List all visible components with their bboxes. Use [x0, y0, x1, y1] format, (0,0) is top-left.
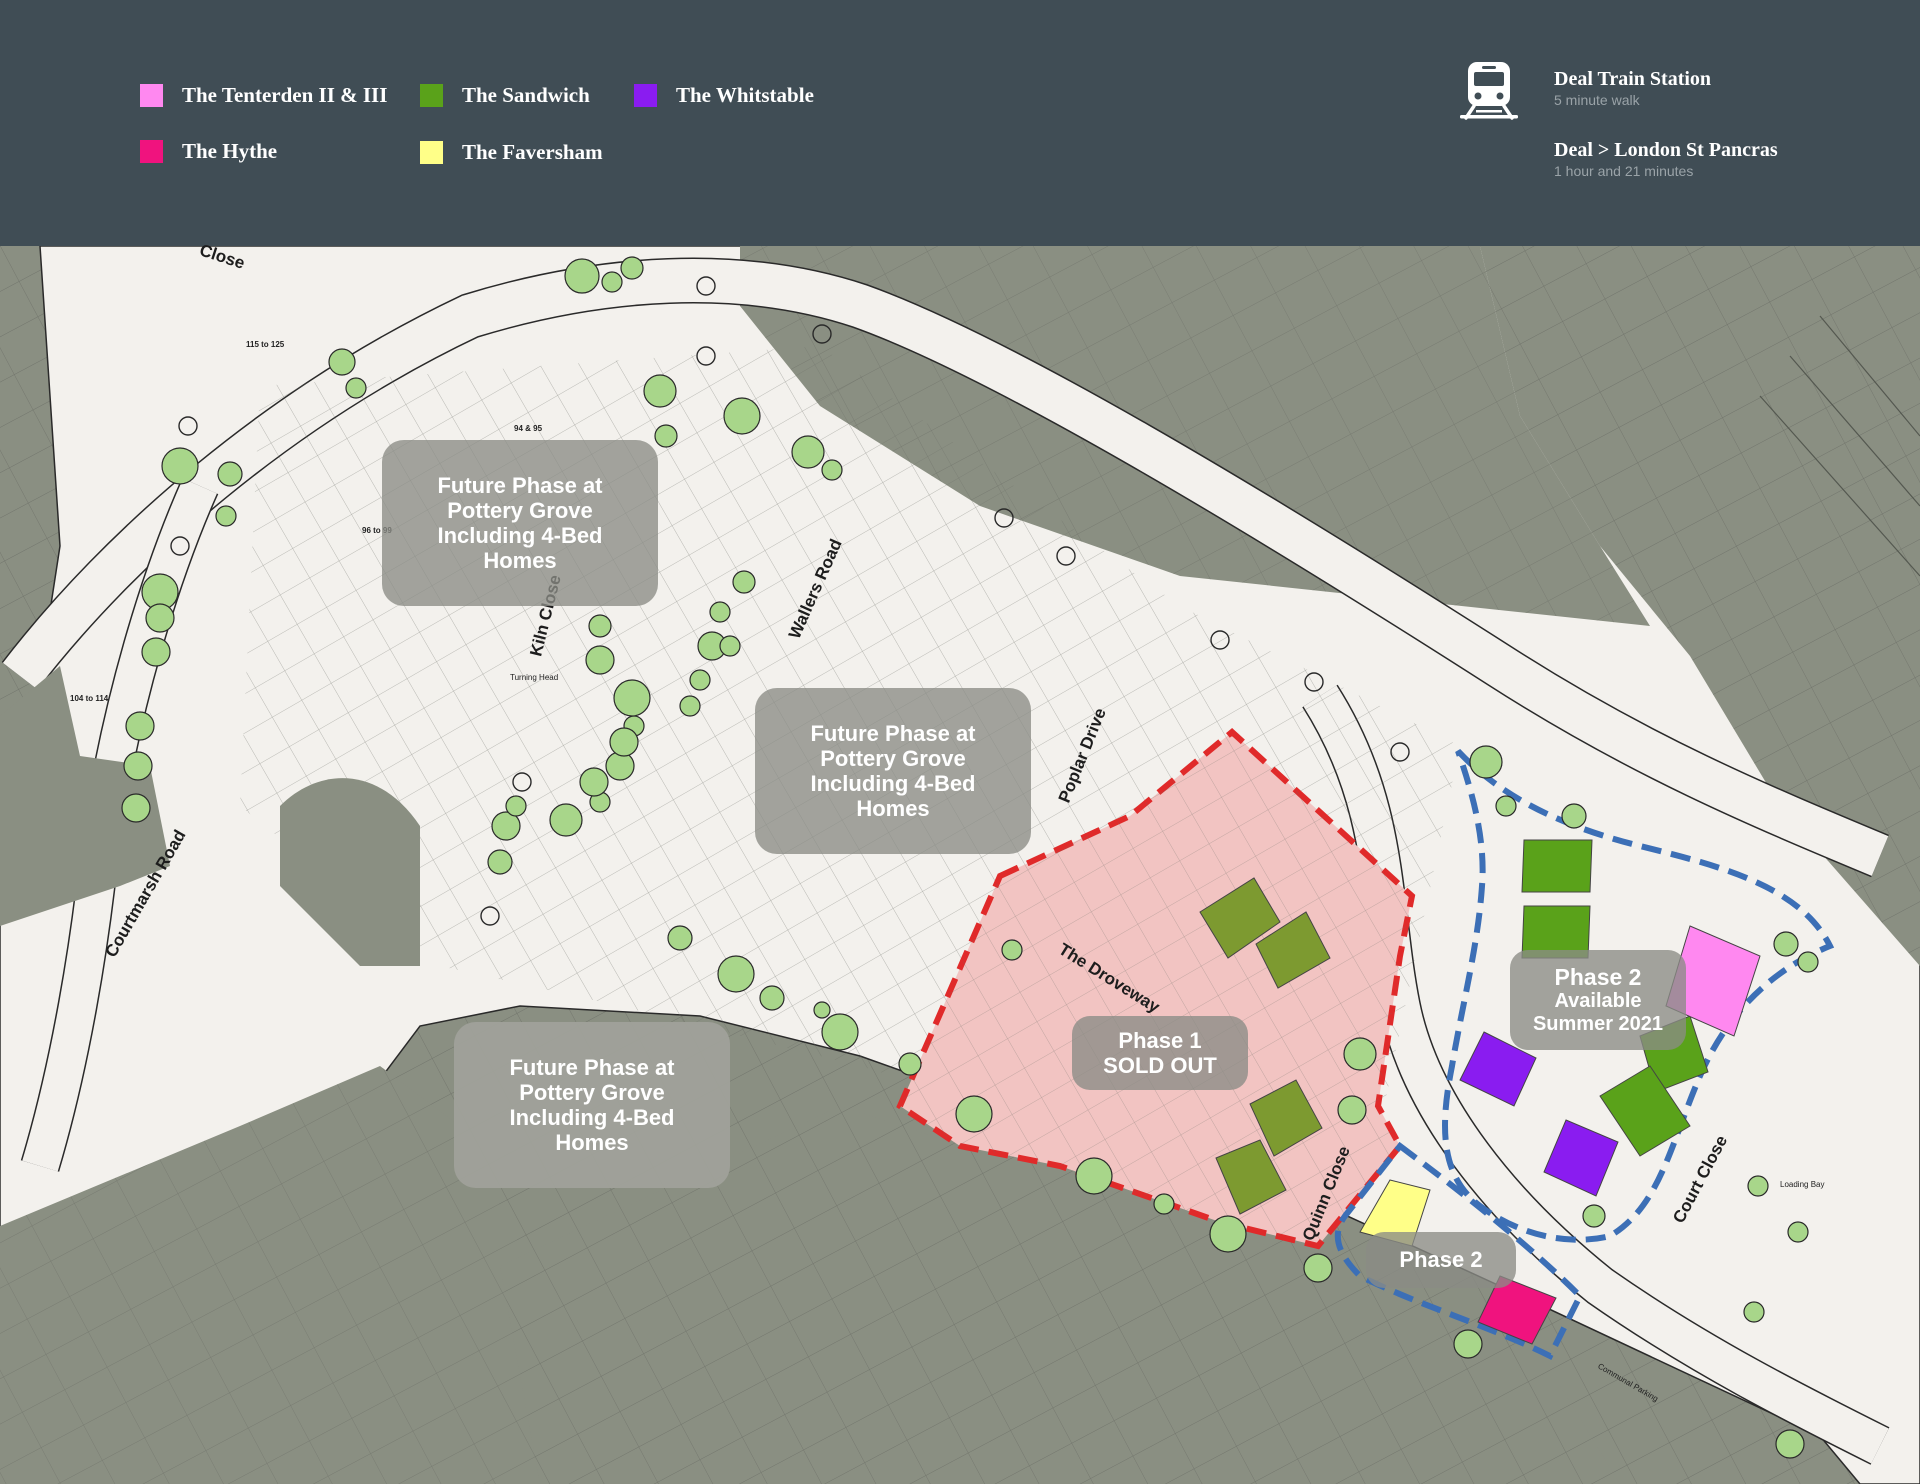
legend-header: The Tenterden II & III The Hythe The San…: [0, 0, 1920, 246]
station-subtitle: 5 minute walk: [1554, 92, 1640, 108]
site-plan-drawing: [0, 246, 1920, 1484]
future-phase-2-line-1: Future Phase at: [810, 720, 976, 746]
turning-head-label: Turning Head: [510, 673, 559, 682]
legend-label-faversham: The Faversham: [462, 140, 603, 164]
hythe-swatch: [140, 140, 163, 163]
site-plan-map: Courtmarsh Road Kiln Close Wallers Road …: [0, 240, 1920, 1484]
plot-label-104-114: 104 to 114: [70, 694, 109, 703]
plot-label-115-125: 115 to 125: [246, 340, 285, 349]
phase2-available-box: Phase 2 Available Summer 2021: [1510, 950, 1686, 1050]
future-phase-1-line-1: Future Phase at: [437, 472, 603, 498]
train-icon: [1460, 62, 1518, 120]
route-title: Deal > London St Pancras: [1554, 139, 1778, 161]
station-title: Deal Train Station: [1554, 68, 1712, 90]
future-phase-box-1: Future Phase at Pottery Grove Including …: [382, 440, 658, 606]
future-phase-3-line-1: Future Phase at: [509, 1054, 675, 1080]
legend-item-faversham: The Faversham: [420, 140, 603, 165]
legend-item-hythe: The Hythe: [140, 139, 277, 164]
sandwich-swatch: [420, 84, 443, 107]
legend-label-whitstable: The Whitstable: [676, 83, 814, 107]
route-info: Deal > London St Pancras 1 hour and 21 m…: [1554, 139, 1778, 179]
whitstable-swatch: [634, 84, 657, 107]
faversham-swatch: [420, 141, 443, 164]
route-subtitle: 1 hour and 21 minutes: [1554, 163, 1694, 179]
phase1-title: Phase 1: [1118, 1027, 1202, 1053]
future-phase-3-line-4: Homes: [555, 1130, 629, 1156]
tenterden-swatch: [140, 84, 163, 107]
phase2-title: Phase 2: [1399, 1247, 1483, 1273]
legend-item-tenterden: The Tenterden II & III: [140, 83, 387, 108]
phase2-available-line-2: Available: [1554, 990, 1642, 1013]
loading-bay-label: Loading Bay: [1780, 1180, 1825, 1189]
plot-label-94-95: 94 & 95: [514, 424, 543, 433]
phase1-box: Phase 1 SOLD OUT: [1072, 1016, 1248, 1090]
future-phase-2-line-4: Homes: [856, 796, 930, 822]
phase2-available-title: Phase 2: [1554, 964, 1642, 991]
legend-item-sandwich: The Sandwich: [420, 83, 590, 108]
station-info: Deal Train Station 5 minute walk: [1554, 68, 1711, 108]
phase2-box: Phase 2: [1366, 1232, 1516, 1288]
legend-label-hythe: The Hythe: [182, 139, 278, 163]
legend-label-sandwich: The Sandwich: [462, 83, 590, 107]
future-phase-2-line-3: Including 4-Bed: [810, 771, 976, 796]
future-phase-box-2: Future Phase at Pottery Grove Including …: [755, 688, 1031, 854]
legend-label-tenterden: The Tenterden II & III: [182, 83, 388, 107]
future-phase-1-line-2: Pottery Grove: [447, 497, 593, 523]
future-phase-3-line-2: Pottery Grove: [519, 1079, 665, 1105]
phase1-status: SOLD OUT: [1103, 1053, 1217, 1078]
future-phase-2-line-2: Pottery Grove: [820, 745, 966, 771]
future-phase-box-3: Future Phase at Pottery Grove Including …: [454, 1022, 730, 1188]
future-phase-1-line-4: Homes: [483, 548, 557, 574]
legend-item-whitstable: The Whitstable: [634, 83, 814, 108]
phase2-available-line-3: Summer 2021: [1532, 1013, 1664, 1036]
future-phase-3-line-3: Including 4-Bed: [509, 1105, 675, 1130]
future-phase-1-line-3: Including 4-Bed: [437, 523, 603, 548]
